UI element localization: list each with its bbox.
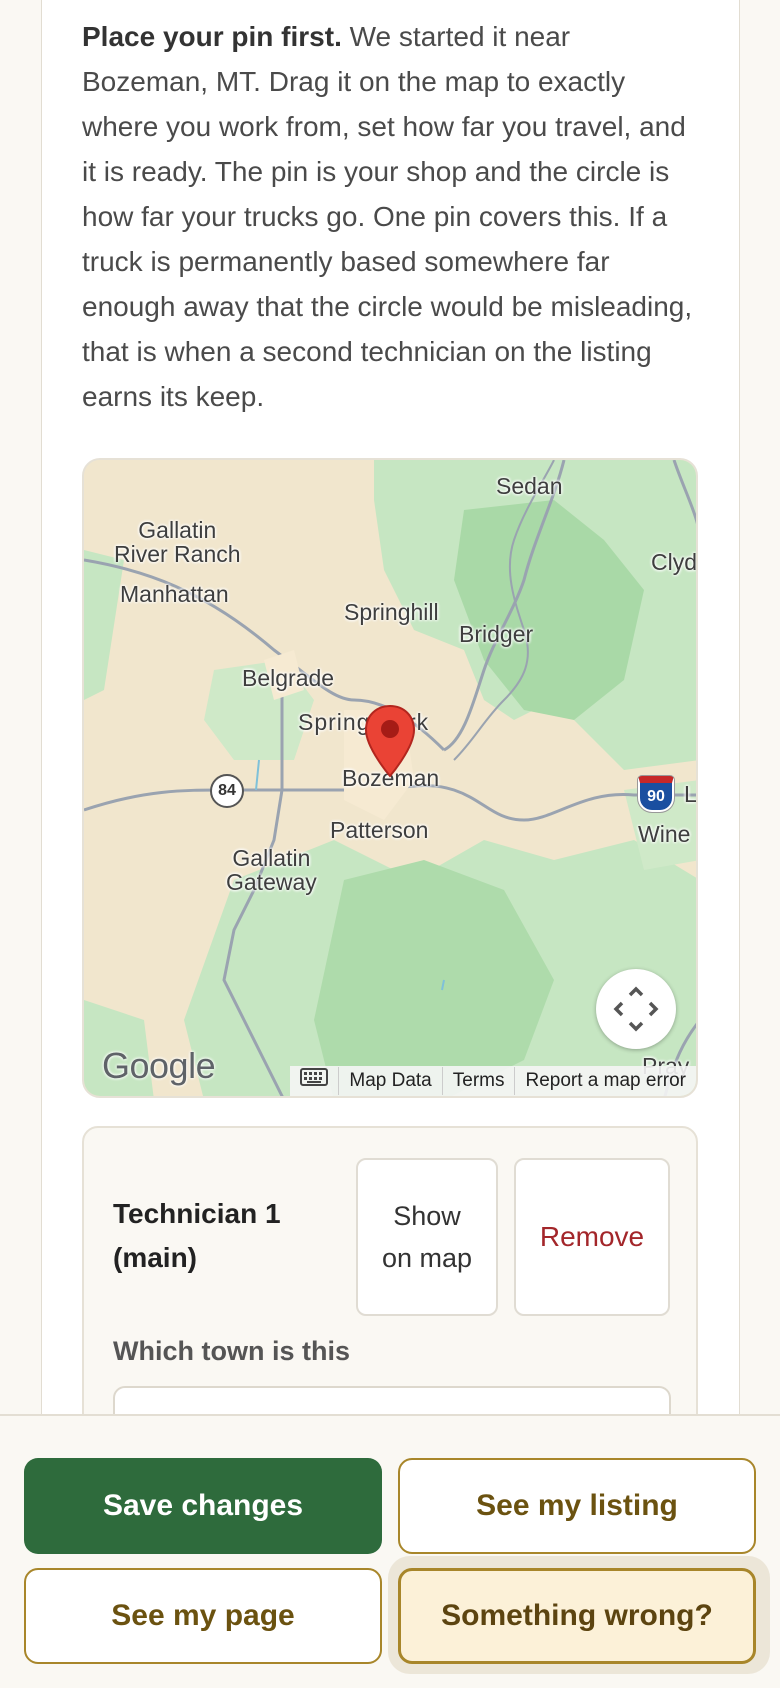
map-label-sedan: Sedan [496, 473, 563, 499]
save-changes-button[interactable]: Save changes [24, 1458, 382, 1554]
map-label-patterson: Patterson [330, 817, 429, 843]
map-label-belgrade: Belgrade [242, 665, 335, 691]
see-my-page-button[interactable]: See my page [24, 1568, 382, 1664]
highway-84-shield: 84 [210, 774, 244, 808]
map-label-gallatin-river-ranch: Gallatin River Ranch [114, 517, 241, 567]
map-data-link[interactable]: Map Data [338, 1067, 441, 1095]
map-pin-icon[interactable] [364, 704, 416, 778]
map-label-winec: Wine [638, 821, 691, 847]
map-label-manhattan: Manhattan [120, 581, 229, 607]
map-attribution-bar: Map Data Terms Report a map error [290, 1066, 696, 1096]
service-area-map[interactable]: Sedan Gallatin River Ranch Clyd Manhatta… [82, 458, 698, 1098]
something-wrong-button[interactable]: Something wrong? [398, 1568, 756, 1664]
intro-text: We started it near Bozeman, MT. Drag it … [82, 21, 693, 412]
report-map-error-link[interactable]: Report a map error [514, 1067, 696, 1095]
see-my-listing-button[interactable]: See my listing [398, 1458, 756, 1554]
fullscreen-icon [613, 986, 659, 1032]
town-field-label: Which town is this [113, 1336, 350, 1366]
interstate-90-shield: 90 [638, 776, 674, 812]
technician-title: Technician 1 (main) [113, 1198, 281, 1273]
google-logo: Google [102, 1045, 216, 1086]
map-label-clyde: Clyd [651, 549, 698, 575]
map-label-gallatin-gateway: Gallatin Gateway [226, 845, 317, 895]
intro-bold: Place your pin first. [82, 21, 342, 52]
keyboard-icon [300, 1068, 329, 1086]
remove-button[interactable]: Remove [514, 1158, 670, 1316]
map-label-springhill: Springhill [344, 599, 439, 625]
technician-card: Technician 1 (main) Show on map Remove W… [82, 1126, 698, 1446]
show-on-map-button[interactable]: Show on map [356, 1158, 498, 1316]
bottom-action-bar: Save changes See my listing See my page … [0, 1414, 780, 1688]
fullscreen-button[interactable] [596, 969, 676, 1049]
interstate-90-label: 90 [647, 787, 665, 805]
terms-link[interactable]: Terms [441, 1067, 515, 1095]
keyboard-shortcuts-button[interactable] [290, 1067, 338, 1095]
map-label-bridger: Bridger [459, 621, 534, 647]
highway-84-label: 84 [218, 782, 236, 799]
intro-paragraph: Place your pin first. We started it near… [82, 14, 694, 419]
map-label-l-partial: L [684, 781, 697, 807]
